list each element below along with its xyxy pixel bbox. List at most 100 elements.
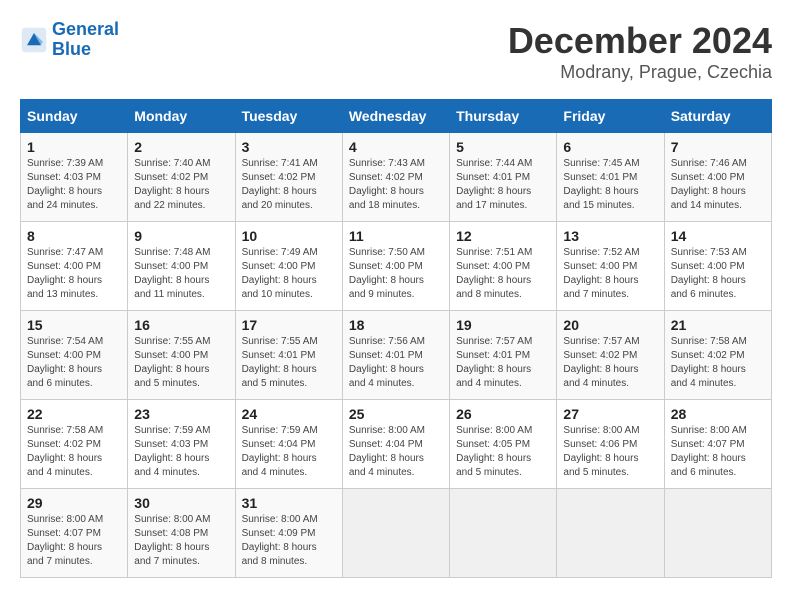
table-row: 26 Sunrise: 8:00 AM Sunset: 4:05 PM Dayl… <box>450 400 557 489</box>
sunrise-label: Sunrise: 7:46 AM <box>671 158 747 169</box>
table-row: 31 Sunrise: 8:00 AM Sunset: 4:09 PM Dayl… <box>235 489 342 578</box>
daylight-label: Daylight: 8 hours and 4 minutes. <box>456 364 531 389</box>
table-row: 13 Sunrise: 7:52 AM Sunset: 4:00 PM Dayl… <box>557 222 664 311</box>
day-number: 1 <box>27 139 121 155</box>
table-row: 5 Sunrise: 7:44 AM Sunset: 4:01 PM Dayli… <box>450 133 557 222</box>
sunset-label: Sunset: 4:01 PM <box>456 172 530 183</box>
day-info: Sunrise: 7:43 AM Sunset: 4:02 PM Dayligh… <box>349 157 443 213</box>
sunset-label: Sunset: 4:01 PM <box>349 350 423 361</box>
sunrise-label: Sunrise: 8:00 AM <box>671 425 747 436</box>
sunset-label: Sunset: 4:00 PM <box>456 261 530 272</box>
sunrise-label: Sunrise: 8:00 AM <box>27 514 103 525</box>
table-row: 20 Sunrise: 7:57 AM Sunset: 4:02 PM Dayl… <box>557 311 664 400</box>
day-number: 26 <box>456 406 550 422</box>
day-number: 3 <box>242 139 336 155</box>
header-wednesday: Wednesday <box>342 100 449 133</box>
daylight-label: Daylight: 8 hours and 5 minutes. <box>563 453 638 478</box>
day-info: Sunrise: 7:57 AM Sunset: 4:01 PM Dayligh… <box>456 335 550 391</box>
sunset-label: Sunset: 4:00 PM <box>242 261 316 272</box>
daylight-label: Daylight: 8 hours and 7 minutes. <box>27 542 102 567</box>
day-number: 15 <box>27 317 121 333</box>
sunrise-label: Sunrise: 8:00 AM <box>242 514 318 525</box>
day-number: 12 <box>456 228 550 244</box>
table-row: 6 Sunrise: 7:45 AM Sunset: 4:01 PM Dayli… <box>557 133 664 222</box>
calendar-week-row: 29 Sunrise: 8:00 AM Sunset: 4:07 PM Dayl… <box>21 489 772 578</box>
sunset-label: Sunset: 4:00 PM <box>349 261 423 272</box>
daylight-label: Daylight: 8 hours and 18 minutes. <box>349 186 424 211</box>
day-info: Sunrise: 7:44 AM Sunset: 4:01 PM Dayligh… <box>456 157 550 213</box>
header-row: Sunday Monday Tuesday Wednesday Thursday… <box>21 100 772 133</box>
sunrise-label: Sunrise: 7:56 AM <box>349 336 425 347</box>
day-number: 27 <box>563 406 657 422</box>
sunrise-label: Sunrise: 7:41 AM <box>242 158 318 169</box>
day-number: 8 <box>27 228 121 244</box>
daylight-label: Daylight: 8 hours and 10 minutes. <box>242 275 317 300</box>
day-number: 19 <box>456 317 550 333</box>
sunrise-label: Sunrise: 7:53 AM <box>671 247 747 258</box>
day-info: Sunrise: 8:00 AM Sunset: 4:09 PM Dayligh… <box>242 513 336 569</box>
daylight-label: Daylight: 8 hours and 17 minutes. <box>456 186 531 211</box>
sunrise-label: Sunrise: 7:48 AM <box>134 247 210 258</box>
sunrise-label: Sunrise: 7:39 AM <box>27 158 103 169</box>
header-tuesday: Tuesday <box>235 100 342 133</box>
logo: General Blue <box>20 20 119 60</box>
page-header: General Blue December 2024 Modrany, Prag… <box>20 20 772 83</box>
table-row <box>450 489 557 578</box>
sunrise-label: Sunrise: 7:58 AM <box>27 425 103 436</box>
table-row <box>557 489 664 578</box>
day-info: Sunrise: 7:41 AM Sunset: 4:02 PM Dayligh… <box>242 157 336 213</box>
day-number: 24 <box>242 406 336 422</box>
day-number: 14 <box>671 228 765 244</box>
sunset-label: Sunset: 4:01 PM <box>563 172 637 183</box>
sunset-label: Sunset: 4:02 PM <box>349 172 423 183</box>
daylight-label: Daylight: 8 hours and 13 minutes. <box>27 275 102 300</box>
day-info: Sunrise: 7:55 AM Sunset: 4:01 PM Dayligh… <box>242 335 336 391</box>
day-number: 13 <box>563 228 657 244</box>
sunrise-label: Sunrise: 7:52 AM <box>563 247 639 258</box>
sunset-label: Sunset: 4:01 PM <box>456 350 530 361</box>
table-row: 15 Sunrise: 7:54 AM Sunset: 4:00 PM Dayl… <box>21 311 128 400</box>
day-info: Sunrise: 7:58 AM Sunset: 4:02 PM Dayligh… <box>27 424 121 480</box>
sunset-label: Sunset: 4:07 PM <box>27 528 101 539</box>
sunrise-label: Sunrise: 7:55 AM <box>134 336 210 347</box>
day-number: 29 <box>27 495 121 511</box>
header-saturday: Saturday <box>664 100 771 133</box>
daylight-label: Daylight: 8 hours and 15 minutes. <box>563 186 638 211</box>
table-row: 24 Sunrise: 7:59 AM Sunset: 4:04 PM Dayl… <box>235 400 342 489</box>
day-info: Sunrise: 7:46 AM Sunset: 4:00 PM Dayligh… <box>671 157 765 213</box>
day-info: Sunrise: 7:59 AM Sunset: 4:03 PM Dayligh… <box>134 424 228 480</box>
table-row: 11 Sunrise: 7:50 AM Sunset: 4:00 PM Dayl… <box>342 222 449 311</box>
calendar-table: Sunday Monday Tuesday Wednesday Thursday… <box>20 99 772 578</box>
calendar-title: December 2024 <box>508 20 772 62</box>
daylight-label: Daylight: 8 hours and 4 minutes. <box>27 453 102 478</box>
logo-general: General <box>52 19 119 39</box>
daylight-label: Daylight: 8 hours and 4 minutes. <box>349 453 424 478</box>
daylight-label: Daylight: 8 hours and 8 minutes. <box>456 275 531 300</box>
logo-icon <box>20 26 48 54</box>
sunset-label: Sunset: 4:07 PM <box>671 439 745 450</box>
day-number: 17 <box>242 317 336 333</box>
daylight-label: Daylight: 8 hours and 22 minutes. <box>134 186 209 211</box>
sunrise-label: Sunrise: 7:50 AM <box>349 247 425 258</box>
day-info: Sunrise: 7:54 AM Sunset: 4:00 PM Dayligh… <box>27 335 121 391</box>
sunset-label: Sunset: 4:05 PM <box>456 439 530 450</box>
sunrise-label: Sunrise: 7:57 AM <box>456 336 532 347</box>
table-row: 28 Sunrise: 8:00 AM Sunset: 4:07 PM Dayl… <box>664 400 771 489</box>
daylight-label: Daylight: 8 hours and 11 minutes. <box>134 275 209 300</box>
title-area: December 2024 Modrany, Prague, Czechia <box>508 20 772 83</box>
day-info: Sunrise: 8:00 AM Sunset: 4:08 PM Dayligh… <box>134 513 228 569</box>
day-info: Sunrise: 7:50 AM Sunset: 4:00 PM Dayligh… <box>349 246 443 302</box>
sunset-label: Sunset: 4:03 PM <box>134 439 208 450</box>
table-row: 3 Sunrise: 7:41 AM Sunset: 4:02 PM Dayli… <box>235 133 342 222</box>
daylight-label: Daylight: 8 hours and 14 minutes. <box>671 186 746 211</box>
table-row: 18 Sunrise: 7:56 AM Sunset: 4:01 PM Dayl… <box>342 311 449 400</box>
daylight-label: Daylight: 8 hours and 7 minutes. <box>134 542 209 567</box>
sunset-label: Sunset: 4:06 PM <box>563 439 637 450</box>
day-info: Sunrise: 7:56 AM Sunset: 4:01 PM Dayligh… <box>349 335 443 391</box>
day-number: 28 <box>671 406 765 422</box>
day-number: 16 <box>134 317 228 333</box>
day-number: 30 <box>134 495 228 511</box>
day-info: Sunrise: 7:57 AM Sunset: 4:02 PM Dayligh… <box>563 335 657 391</box>
table-row: 12 Sunrise: 7:51 AM Sunset: 4:00 PM Dayl… <box>450 222 557 311</box>
table-row: 10 Sunrise: 7:49 AM Sunset: 4:00 PM Dayl… <box>235 222 342 311</box>
